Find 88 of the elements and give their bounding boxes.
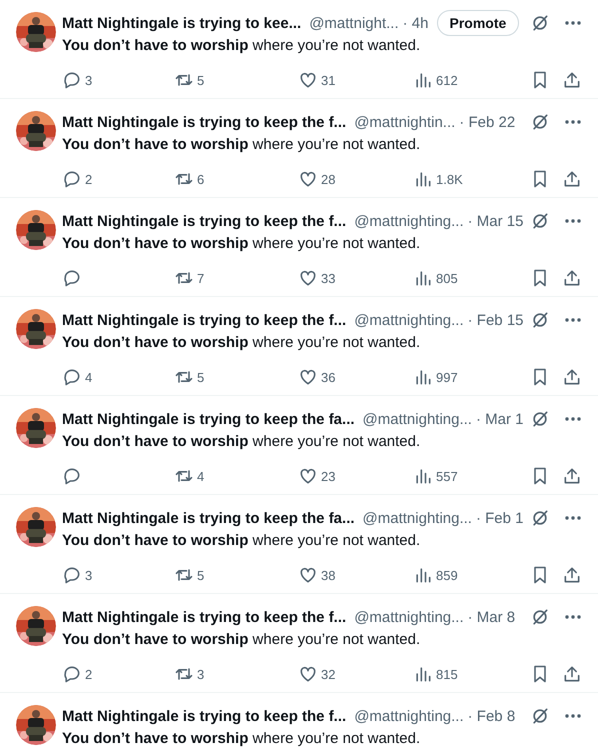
more-icon[interactable]	[564, 20, 582, 26]
more-icon[interactable]	[564, 317, 582, 323]
share-icon[interactable]	[562, 565, 582, 585]
promote-button[interactable]: Promote	[436, 10, 520, 36]
count: 6	[197, 172, 204, 186]
post-text: You don’t have to worship where you’re not wanted.	[62, 135, 422, 155]
user-handle[interactable]: @mattnighting...	[354, 608, 464, 626]
count: 2	[85, 172, 92, 186]
post-time[interactable]: · Feb 22	[459, 114, 516, 130]
post-time[interactable]: · Mar 15	[468, 212, 524, 230]
count: 2	[85, 666, 92, 682]
display-name[interactable]: Matt Nightingale is trying to keep the f...	[62, 708, 346, 724]
post-time[interactable]: · 4h	[402, 14, 428, 32]
reply-icon[interactable]	[62, 466, 82, 486]
more-icon[interactable]	[564, 713, 582, 719]
count: 815	[436, 666, 458, 682]
count: 859	[436, 568, 458, 582]
count: 997	[436, 370, 458, 384]
post-text: You don’t have to worship where you’re not wanted.	[62, 36, 422, 56]
reply-icon[interactable]	[62, 367, 82, 387]
user-handle[interactable]: @mattnighting...	[354, 708, 464, 724]
display-name[interactable]: Matt Nightingale is trying to keep the f...	[62, 312, 346, 328]
count: 32	[321, 666, 336, 682]
reply-icon[interactable]	[62, 664, 82, 684]
post-time[interactable]: · Feb 1	[476, 510, 524, 526]
display-name[interactable]: Matt Nightingale is trying to keep the f...	[62, 114, 346, 130]
count: 33	[321, 270, 336, 286]
user-handle[interactable]: @mattnighting...	[354, 312, 464, 328]
post-time[interactable]: · Feb 15	[468, 312, 524, 328]
count: 4	[197, 468, 204, 484]
reply-icon[interactable]	[62, 169, 82, 189]
user-handle[interactable]: @mattnight...	[309, 14, 399, 32]
reply-icon[interactable]	[62, 268, 82, 288]
count: 5	[197, 72, 204, 88]
count: 7	[197, 270, 204, 286]
count: 612	[436, 72, 458, 88]
count: 31	[321, 72, 336, 88]
post-text: You don’t have to worship where you’re not wanted.	[62, 630, 422, 650]
share-icon[interactable]	[562, 367, 582, 387]
more-icon[interactable]	[564, 416, 582, 422]
post-text: You don’t have to worship where you’re not wanted.	[62, 531, 422, 551]
display-name[interactable]: Matt Nightingale is trying to keep the f...	[62, 212, 346, 230]
post-time[interactable]: · Feb 8	[468, 708, 516, 724]
count: 5	[197, 370, 204, 384]
share-icon[interactable]	[562, 70, 582, 90]
post-text: You don’t have to worship where you’re not wanted.	[62, 432, 422, 452]
heart-icon[interactable]	[298, 169, 318, 189]
count: 38	[321, 568, 336, 582]
post-text: You don’t have to worship where you’re not wanted.	[62, 234, 422, 254]
count: 805	[436, 270, 458, 286]
more-icon[interactable]	[564, 119, 582, 125]
post-text: You don’t have to worship where you’re not wanted.	[62, 333, 422, 353]
heart-icon[interactable]	[298, 367, 318, 387]
share-icon[interactable]	[562, 268, 582, 288]
count: 28	[321, 172, 336, 186]
count: 3	[85, 568, 92, 582]
user-handle[interactable]: @mattnighting...	[362, 510, 472, 526]
display-name[interactable]: Matt Nightingale is trying to keep the fa...	[62, 510, 355, 526]
user-handle[interactable]: @mattnightin...	[354, 114, 456, 130]
count: 23	[321, 468, 336, 484]
heart-icon[interactable]	[298, 565, 318, 585]
display-name[interactable]: Matt Nightingale is trying to kee...	[62, 14, 302, 32]
reply-icon[interactable]	[62, 565, 82, 585]
display-name[interactable]: Matt Nightingale is trying to keep the f...	[62, 608, 346, 626]
share-icon[interactable]	[562, 466, 582, 486]
count: 4	[85, 370, 92, 384]
heart-icon[interactable]	[298, 466, 318, 486]
more-icon[interactable]	[564, 614, 582, 620]
count: 3	[85, 72, 92, 88]
more-icon[interactable]	[564, 515, 582, 521]
share-icon[interactable]	[562, 169, 582, 189]
share-icon[interactable]	[562, 664, 582, 684]
count: 3	[197, 666, 204, 682]
count: 36	[321, 370, 336, 384]
post-time[interactable]: · Mar 1	[476, 410, 524, 428]
heart-icon[interactable]	[298, 268, 318, 288]
post-text: You don’t have to worship where you’re not wanted.	[62, 729, 422, 749]
user-handle[interactable]: @mattnighting...	[354, 212, 464, 230]
count: 1.8K	[436, 172, 463, 186]
count: 557	[436, 468, 458, 484]
heart-icon[interactable]	[298, 70, 318, 90]
count: 5	[197, 568, 204, 582]
more-icon[interactable]	[564, 218, 582, 224]
user-handle[interactable]: @mattnighting...	[362, 410, 472, 428]
post-time[interactable]: · Mar 8	[468, 608, 516, 626]
display-name[interactable]: Matt Nightingale is trying to keep the fa...	[62, 410, 355, 428]
reply-icon[interactable]	[62, 70, 82, 90]
heart-icon[interactable]	[298, 664, 318, 684]
